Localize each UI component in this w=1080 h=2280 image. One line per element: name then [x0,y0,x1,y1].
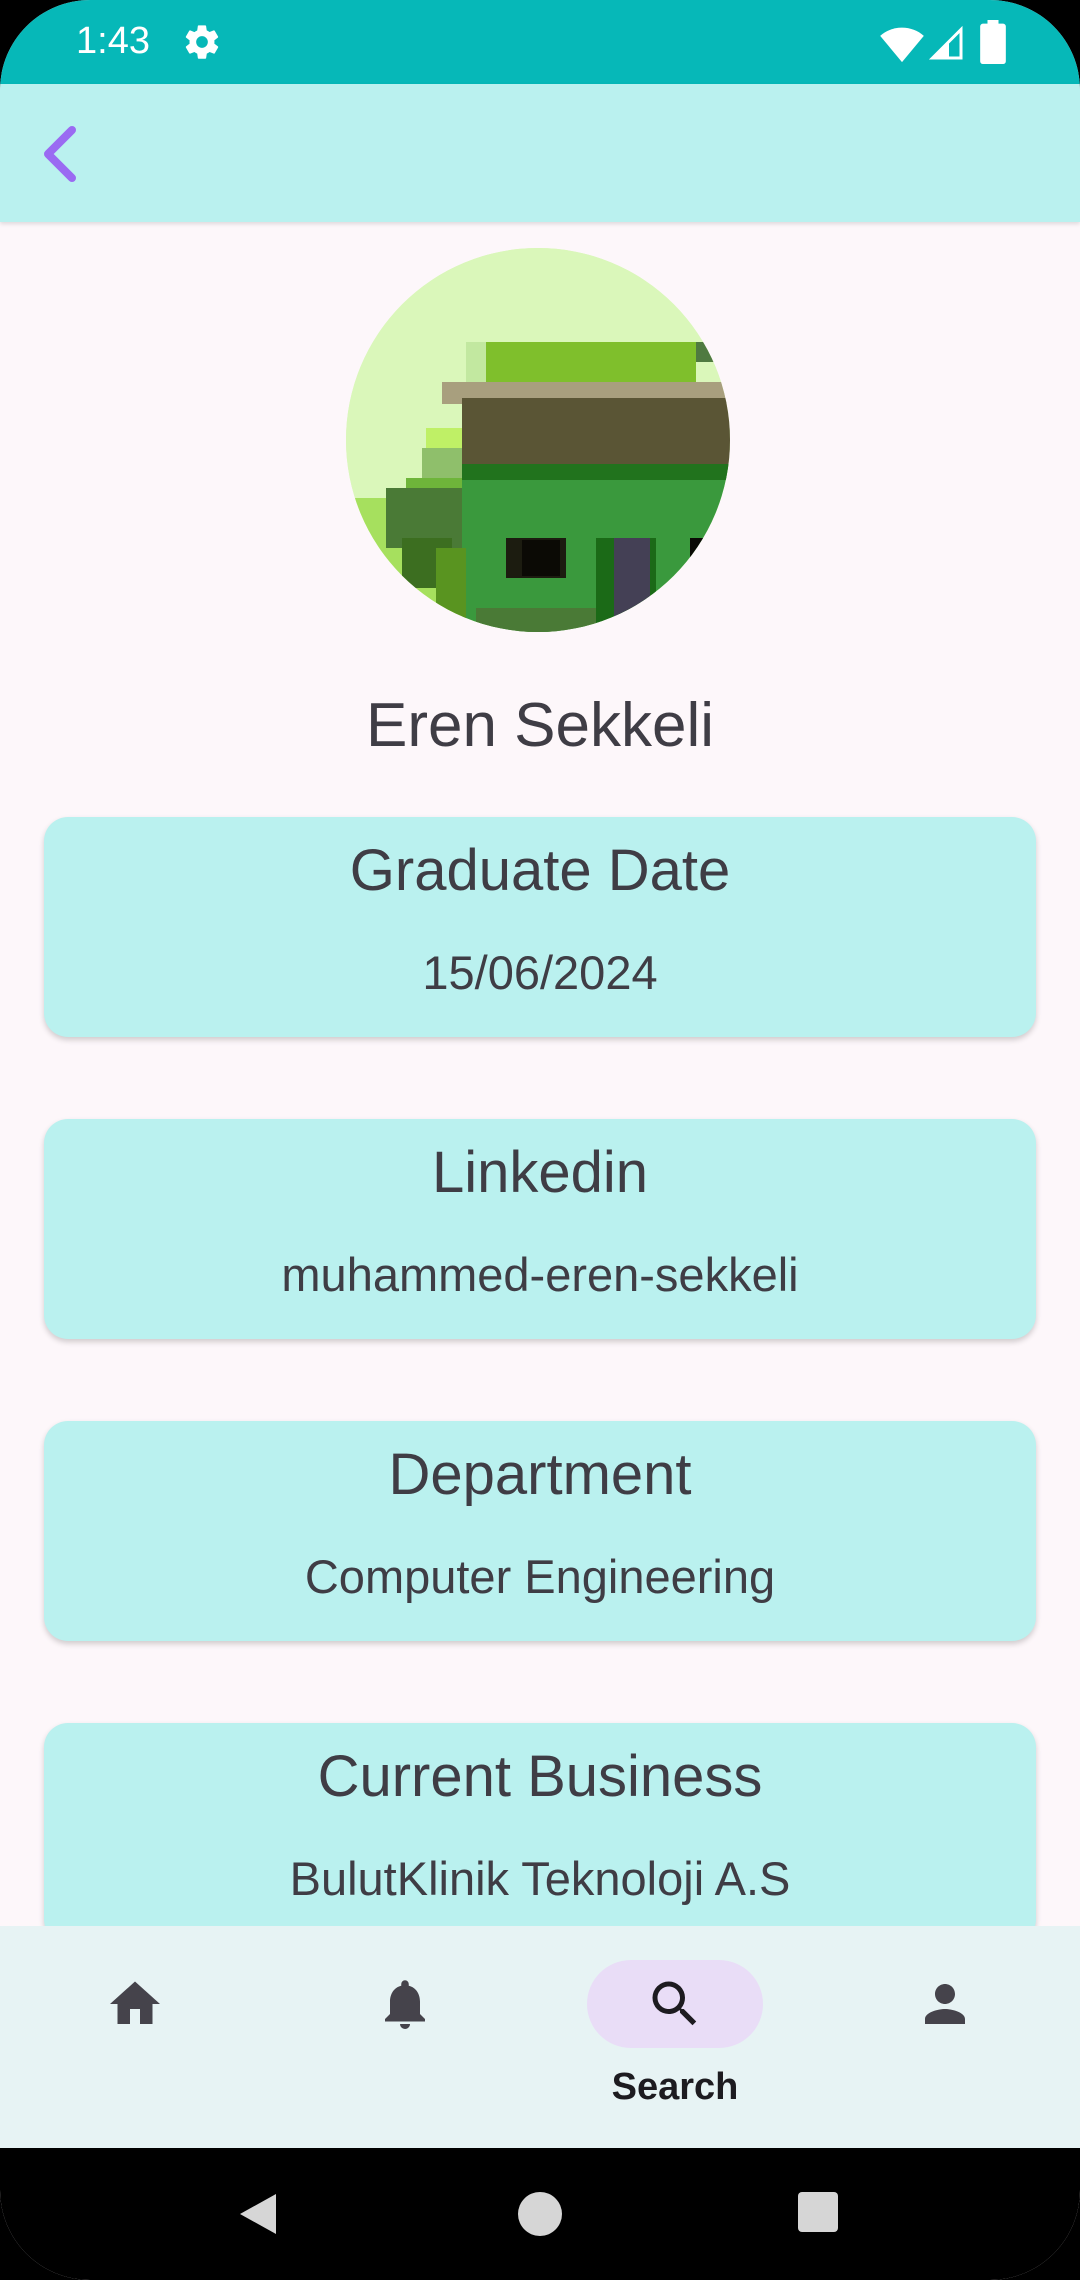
system-home-icon[interactable] [518,2192,562,2236]
card-label: Graduate Date [349,838,731,903]
card-department: Department Computer Engineering [44,1421,1036,1641]
system-recents-icon[interactable] [798,2192,838,2232]
app-screen: 1:43 Eren Sekkeli Graduate Date 15/06/20… [0,0,1080,2280]
card-value: BulutKlinik Teknoloji A.S [289,1852,791,1905]
status-time: 1:43 [76,20,150,62]
card-label: Department [388,1442,692,1507]
card-value: Computer Engineering [304,1550,776,1603]
status-bar: 1:43 [0,0,1080,84]
active-indicator-pill [587,1960,763,2048]
settings-gear-icon [185,25,219,59]
bottom-navigation: Search [0,1926,1080,2148]
top-app-bar [0,84,1080,222]
profile-name: Eren Sekkeli [365,691,715,760]
profile-avatar [346,248,730,632]
wifi-icon [880,27,924,63]
card-label: Current Business [317,1744,763,1809]
system-back-icon[interactable] [236,2190,280,2238]
card-value: 15/06/2024 [422,946,658,999]
cellular-signal-icon [928,25,963,60]
card-value: muhammed-eren-sekkeli [281,1248,799,1301]
nav-label-search: Search [611,2066,739,2108]
nav-item-profile[interactable] [810,1926,1080,2148]
avatar-image [346,248,730,632]
battery-icon [980,20,1006,64]
bell-icon [385,1980,425,2029]
card-linkedin: Linkedin muhammed-eren-sekkeli [44,1119,1036,1339]
home-icon [110,1981,160,2024]
search-icon [652,1981,697,2026]
nav-item-home[interactable] [0,1926,270,2148]
nav-item-notifications[interactable] [270,1926,540,2148]
card-label: Linkedin [431,1140,649,1205]
card-graduate-date: Graduate Date 15/06/2024 [44,817,1036,1037]
back-button[interactable] [24,118,96,190]
chevron-left-icon [44,126,76,182]
nav-item-search[interactable]: Search [540,1926,810,2148]
card-current-business: Current Business BulutKlinik Teknoloji A… [44,1723,1036,1943]
person-icon [925,1984,965,2024]
system-navigation-bar [0,2148,1080,2280]
